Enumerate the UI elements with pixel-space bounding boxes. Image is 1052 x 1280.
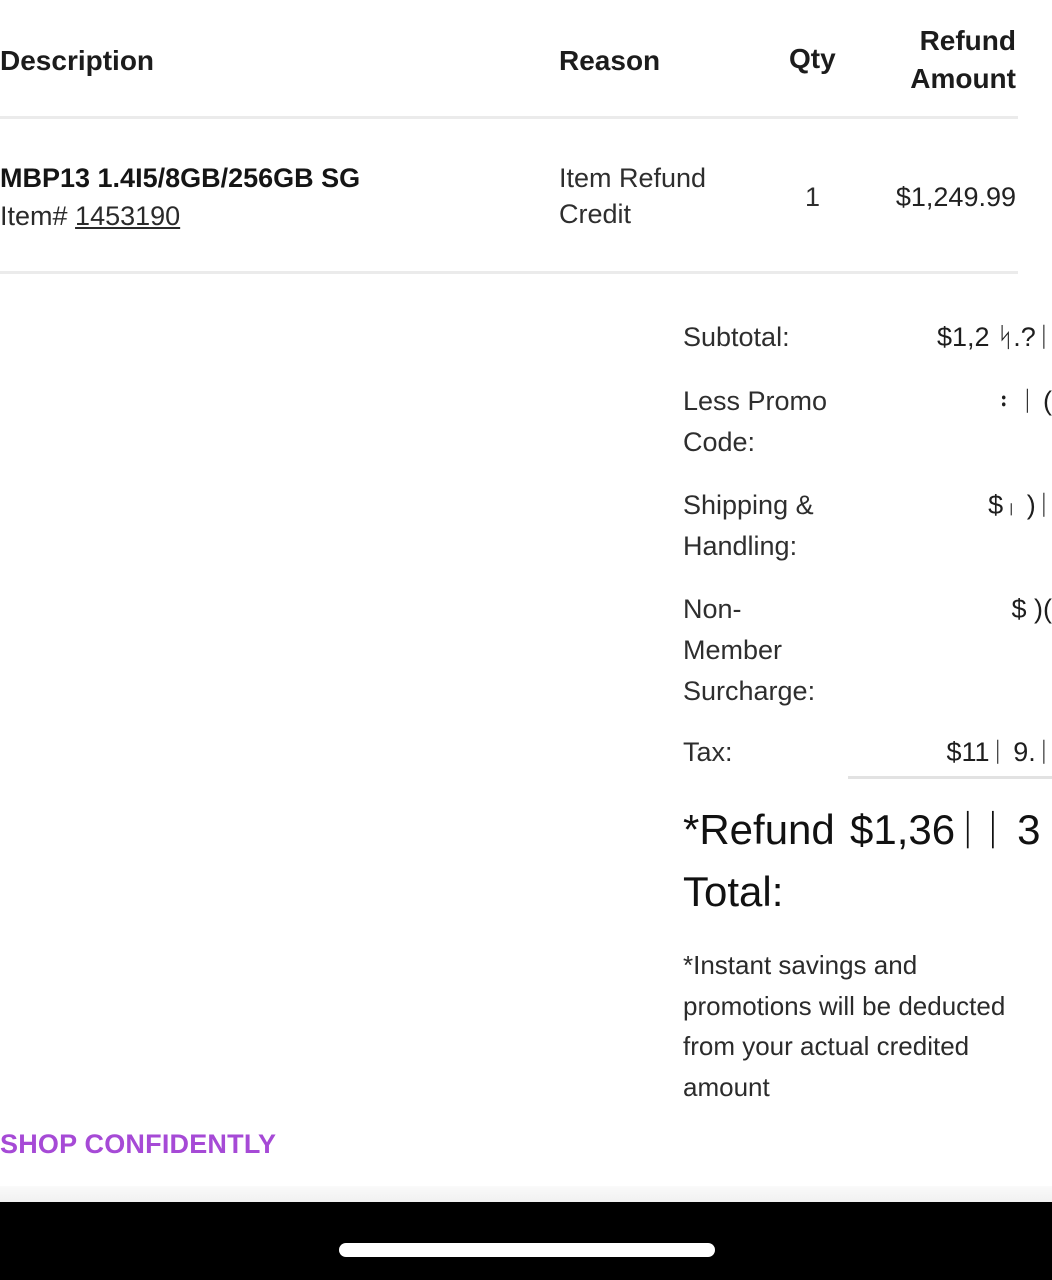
refund-page: Description Reason Qty Refund Amount MBP… xyxy=(0,0,1052,1280)
system-nav-bar xyxy=(0,1202,1052,1280)
item-description: MBP13 1.4I5/8GB/256GB SG xyxy=(0,163,361,193)
nonmember-surcharge-label: Non- Member Surcharge: xyxy=(683,594,816,706)
cropped-text-fragment xyxy=(0,1186,1052,1202)
shipping-value: $ᛧ )ᛁ xyxy=(988,490,1052,520)
refund-total-label: *Refund Total: xyxy=(683,806,835,915)
promo-label: Less Promo Code: xyxy=(683,386,828,457)
item-number-label: Item# xyxy=(0,201,68,231)
nonmember-surcharge-value: $ )( xyxy=(1011,594,1052,624)
promo-value: ᛬ ᛁ ( xyxy=(995,386,1052,416)
subtotal-label: Subtotal: xyxy=(683,322,790,352)
tax-value: $11ᛁ 9.ᛁ xyxy=(946,737,1052,767)
shipping-label: Shipping & Handling: xyxy=(683,490,814,561)
header-divider xyxy=(0,116,1018,119)
shop-confidently-heading: SHOP CONFIDENTLY xyxy=(0,1129,277,1159)
promo-disclaimer-note: *Instant savings and promotions will be … xyxy=(683,950,1006,1102)
total-divider xyxy=(848,776,1052,779)
header-refund-amount-line1: Refund xyxy=(919,25,1016,56)
refund-total-value: $1,36ᛁᛁ 3 xyxy=(850,806,1041,853)
item-number-link[interactable]: 1453190 xyxy=(75,201,180,231)
header-qty: Qty xyxy=(789,43,836,74)
item-qty: 1 xyxy=(805,182,821,212)
tax-label: Tax: xyxy=(683,737,733,767)
row-divider xyxy=(0,271,1018,274)
header-description: Description xyxy=(0,45,155,76)
item-refund-amount: $1,249.99 xyxy=(895,182,1016,212)
item-reason: Item Refund Credit xyxy=(559,163,707,229)
item-number-line: Item# 1453190 xyxy=(0,198,180,234)
subtotal-value: $1,2 ᛋ.?ᛁ xyxy=(937,322,1052,352)
header-refund-amount-line2: Amount xyxy=(910,63,1016,94)
header-reason: Reason xyxy=(559,45,661,76)
home-indicator[interactable] xyxy=(339,1243,715,1257)
header-refund-amount: Refund Amount xyxy=(880,22,1016,98)
